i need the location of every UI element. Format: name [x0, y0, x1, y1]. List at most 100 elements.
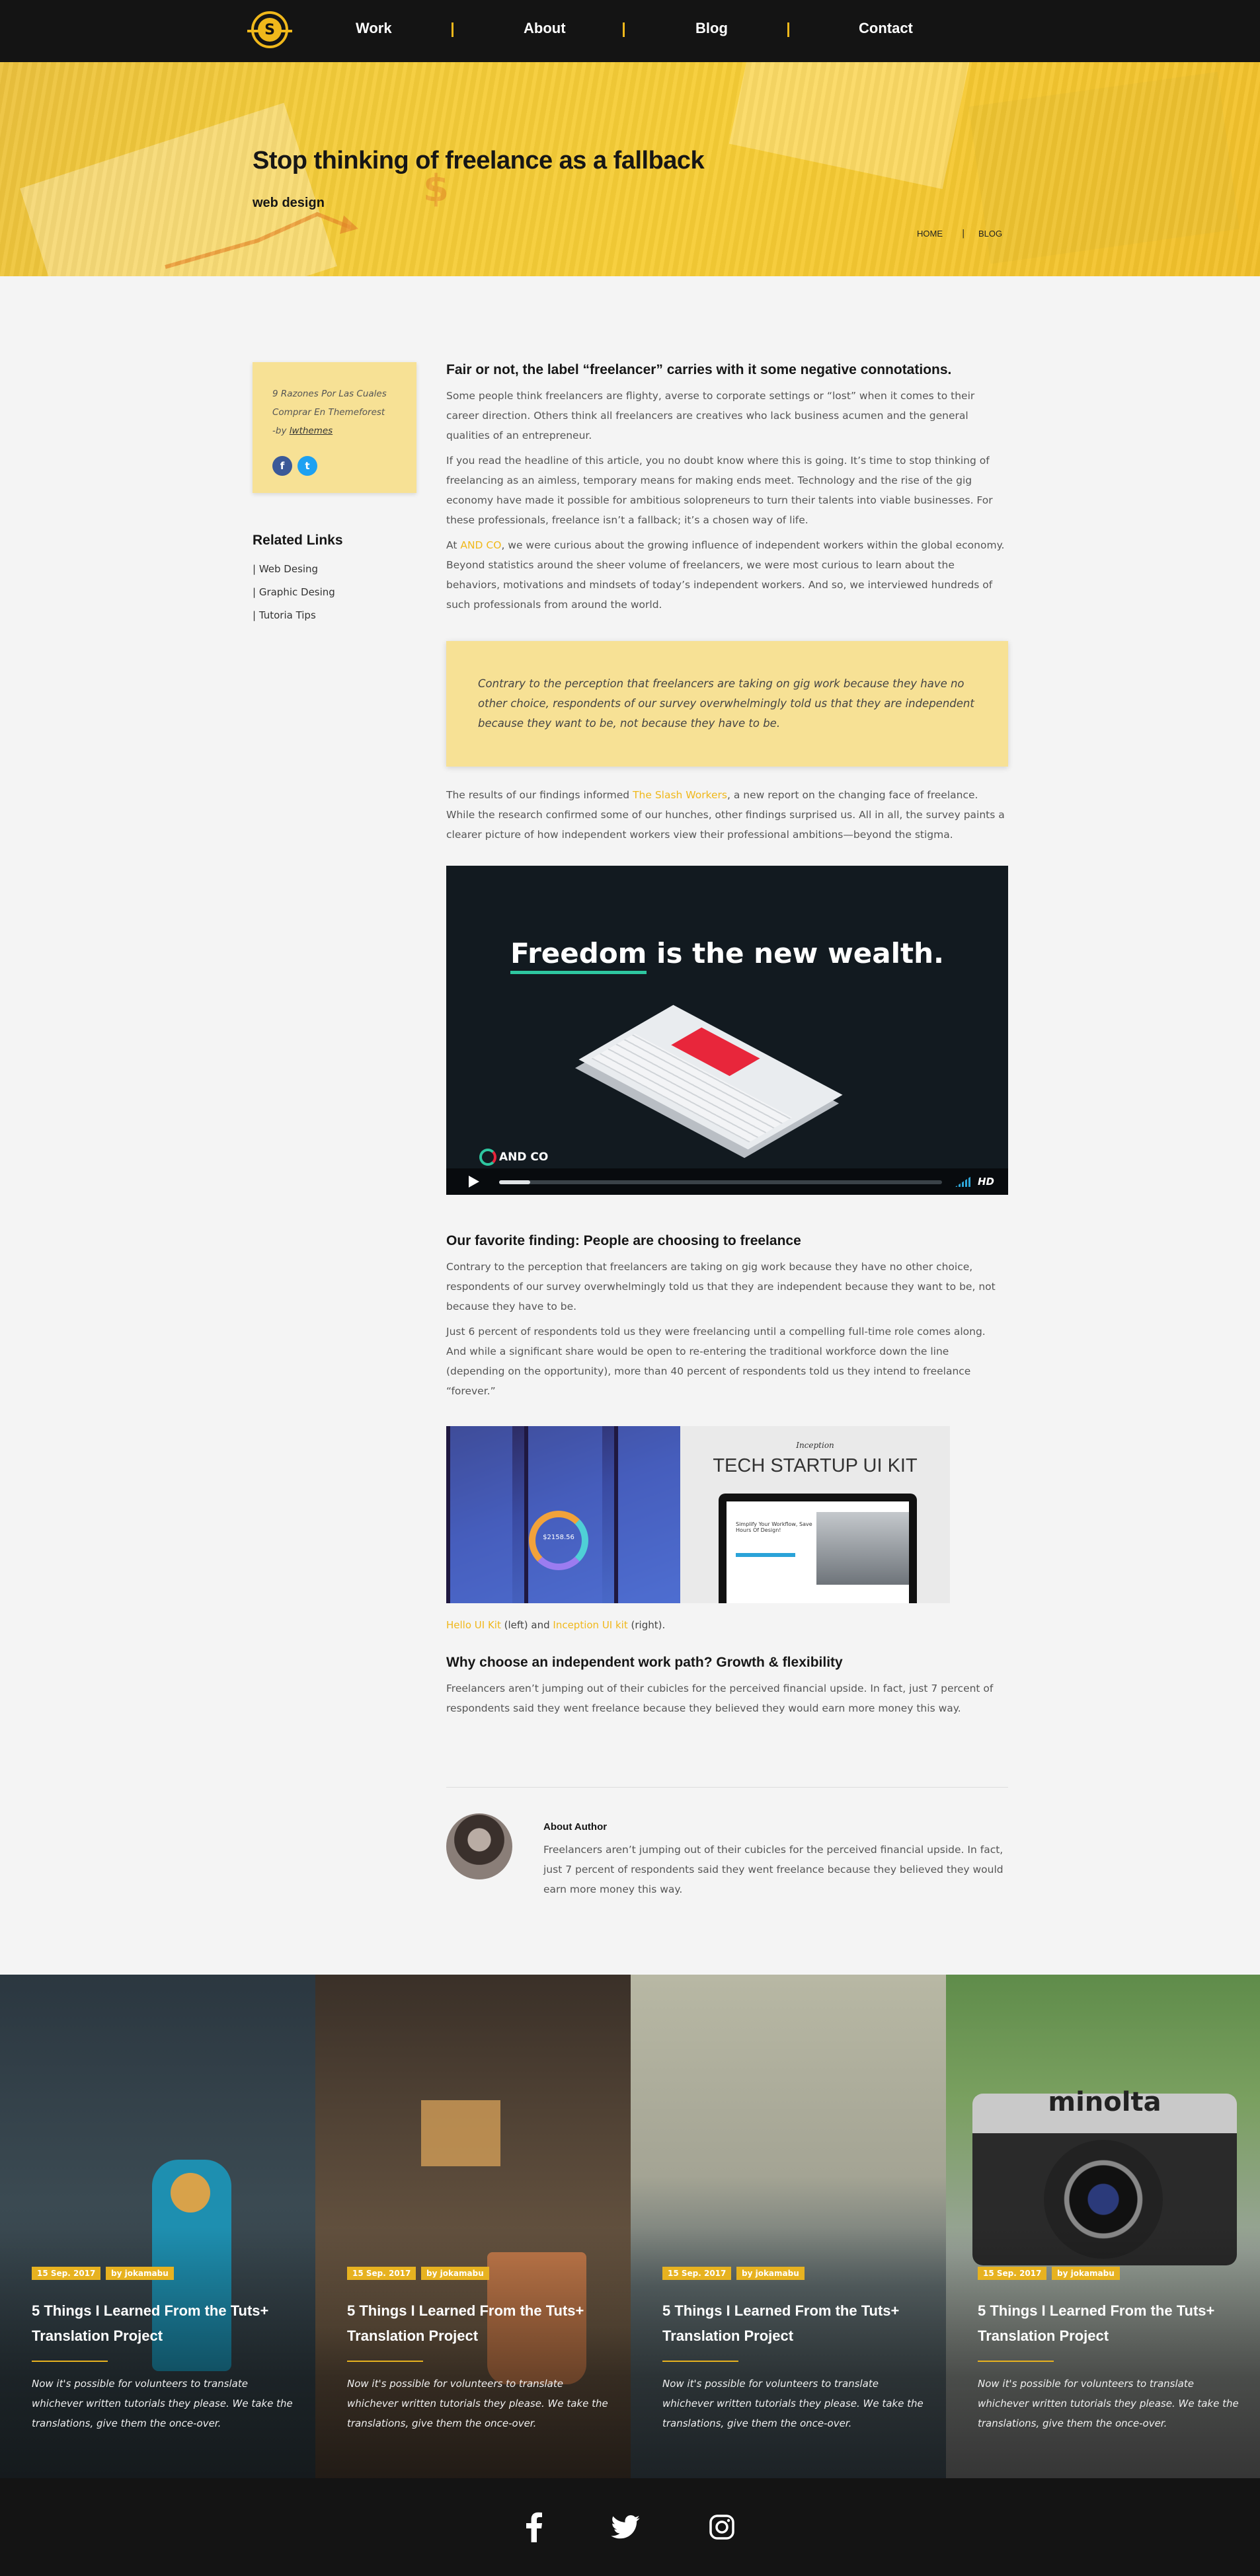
avatar	[446, 1813, 512, 1879]
by-label: -by	[272, 426, 290, 436]
card-overlay	[946, 2227, 1260, 2478]
phone-mockup	[578, 1004, 843, 1150]
text-fragment: (right).	[627, 1619, 666, 1631]
video-progress-fill	[499, 1180, 530, 1184]
nav-item-blog[interactable]: Blog	[695, 20, 728, 37]
card-title[interactable]: 5 Things I Learned From the Tuts+ Transl…	[662, 2298, 914, 2349]
video-brand: AND CO	[479, 1149, 548, 1166]
text-fragment: (left) and	[500, 1619, 553, 1631]
window-light	[421, 2100, 500, 2166]
article-intro: Fair or not, the label “freelancer” carr…	[446, 362, 1008, 615]
nav-divider	[452, 22, 453, 37]
article-finding-section: Our favorite finding: People are choosin…	[446, 1233, 1008, 1401]
article-paragraph: Freelancers aren’t jumping out of their …	[446, 1683, 994, 1714]
image-caption: Hello UI Kit (left) and Inception UI kit…	[446, 1619, 665, 1631]
camera-brand: minolta	[1048, 2087, 1162, 2117]
related-link[interactable]: | Graphic Desing	[253, 586, 335, 598]
article-paragraph: At AND CO, we were curious about the gro…	[446, 535, 1008, 615]
nav-divider	[623, 22, 625, 37]
article-paragraph: Contrary to the perception that freelanc…	[446, 1261, 996, 1312]
post-author-line: -by lwthemes	[272, 422, 397, 440]
inception-ui-kit-image: Inception TECH STARTUP UI KIT Simplify Y…	[680, 1426, 950, 1603]
monitor-mockup: Simplify Your Workflow, Save Hours Of De…	[719, 1494, 917, 1603]
card-date-badge: 15 Sep. 2017	[32, 2267, 101, 2280]
article-heading: Fair or not, the label “freelancer” carr…	[446, 362, 952, 377]
facebook-icon[interactable]	[517, 2510, 551, 2544]
article-paragraph: If you read the headline of this article…	[446, 455, 993, 526]
hello-ui-kit-link[interactable]: Hello UI Kit	[446, 1619, 501, 1631]
card-title[interactable]: 5 Things I Learned From the Tuts+ Transl…	[347, 2298, 598, 2349]
post-card[interactable]: 15 Sep. 2017 by jokamabu 5 Things I Lear…	[315, 1975, 631, 2478]
breadcrumb-home[interactable]: HOME	[917, 229, 943, 239]
text-fragment: At	[446, 539, 461, 551]
video-player[interactable]: Freedom is the new wealth. AND CO HD	[446, 866, 1008, 1195]
andco-logo-icon	[479, 1149, 496, 1166]
card-date-badge: 15 Sep. 2017	[662, 2267, 732, 2280]
post-card[interactable]: 15 Sep. 2017 by jokamabu 5 Things I Lear…	[631, 1975, 946, 2478]
video-progress-bar[interactable]	[499, 1180, 942, 1184]
card-title[interactable]: 5 Things I Learned From the Tuts+ Transl…	[32, 2298, 283, 2349]
twitter-icon[interactable]: t	[297, 456, 317, 476]
card-author-badge[interactable]: by jokamabu	[421, 2267, 489, 2280]
card-overlay	[0, 2227, 315, 2478]
card-excerpt: Now it's possible for volunteers to tran…	[662, 2378, 924, 2429]
section-divider	[446, 1787, 1008, 1788]
post-meta-line: 9 Razones Por Las Cuales	[272, 389, 387, 399]
andco-link[interactable]: AND CO	[460, 539, 501, 551]
post-meta-line: Comprar En Themeforest	[272, 407, 385, 418]
article-heading: Why choose an independent work path? Gro…	[446, 1655, 843, 1670]
post-card[interactable]: 15 Sep. 2017 by jokamabu 5 Things I Lear…	[0, 1975, 315, 2478]
hello-ui-kit-image: $2158.56	[446, 1426, 680, 1603]
twitter-icon[interactable]	[608, 2510, 643, 2544]
card-date-badge: 15 Sep. 2017	[978, 2267, 1047, 2280]
related-link[interactable]: | Tutoria Tips	[253, 609, 316, 621]
ui-amount: $2158.56	[543, 1534, 574, 1541]
card-excerpt: Now it's possible for volunteers to tran…	[32, 2378, 293, 2429]
video-headline: Freedom is the new wealth.	[446, 937, 1008, 974]
ui-kit-title: TECH STARTUP UI KIT	[713, 1455, 918, 1476]
pull-quote-text: Contrary to the perception that freelanc…	[478, 677, 974, 730]
related-link[interactable]: | Web Desing	[253, 563, 318, 575]
card-excerpt: Now it's possible for volunteers to tran…	[978, 2378, 1239, 2429]
card-title[interactable]: 5 Things I Learned From the Tuts+ Transl…	[978, 2298, 1229, 2349]
video-headline-rest: is the new wealth.	[647, 937, 944, 969]
video-brand-name: AND CO	[499, 1151, 549, 1164]
volume-icon[interactable]	[955, 1176, 971, 1187]
card-divider	[662, 2361, 738, 2362]
boy-head	[171, 2173, 210, 2213]
article-paragraph: Some people think freelancers are flight…	[446, 390, 975, 441]
pull-quote: Contrary to the perception that freelanc…	[446, 641, 1008, 767]
slash-workers-link[interactable]: The Slash Workers	[633, 789, 727, 801]
inception-ui-kit-link[interactable]: Inception UI kit	[553, 1619, 627, 1631]
ui-kit-brand: Inception	[796, 1441, 834, 1450]
about-author-text: Freelancers aren’t jumping out of their …	[543, 1844, 1004, 1895]
footer	[0, 2478, 1260, 2576]
play-icon[interactable]	[469, 1176, 479, 1188]
card-divider	[978, 2361, 1054, 2362]
screen-heading: Simplify Your Workflow, Save Hours Of De…	[736, 1521, 812, 1533]
breadcrumb-blog[interactable]: BLOG	[978, 229, 1002, 239]
text-fragment: The results of our findings informed	[446, 789, 633, 801]
article-findings: The results of our findings informed The…	[446, 785, 1008, 845]
related-links-heading: Related Links	[253, 533, 343, 548]
card-author-badge[interactable]: by jokamabu	[1052, 2267, 1120, 2280]
hd-toggle[interactable]: HD	[978, 1176, 994, 1188]
post-author-link[interactable]: lwthemes	[290, 426, 333, 436]
nav-item-contact[interactable]: Contact	[859, 20, 913, 37]
monitor-screen: Simplify Your Workflow, Save Hours Of De…	[727, 1501, 909, 1603]
related-posts: 15 Sep. 2017 by jokamabu 5 Things I Lear…	[0, 1975, 1260, 2478]
facebook-icon[interactable]: f	[272, 456, 292, 476]
video-headline-highlight: Freedom	[510, 937, 647, 974]
card-date-badge: 15 Sep. 2017	[347, 2267, 416, 2280]
card-author-badge[interactable]: by jokamabu	[106, 2267, 174, 2280]
post-card[interactable]: minolta 15 Sep. 2017 by jokamabu 5 Thing…	[946, 1975, 1260, 2478]
breadcrumb-separator: |	[962, 229, 965, 239]
video-controls: HD	[446, 1168, 1008, 1195]
page-subtitle: web design	[253, 196, 325, 210]
instagram-icon[interactable]	[705, 2510, 739, 2544]
nav-item-about[interactable]: About	[524, 20, 566, 37]
nav-item-work[interactable]: Work	[356, 20, 392, 37]
logo-icon[interactable]: S	[247, 11, 292, 48]
card-overlay	[315, 2227, 631, 2478]
card-author-badge[interactable]: by jokamabu	[736, 2267, 805, 2280]
